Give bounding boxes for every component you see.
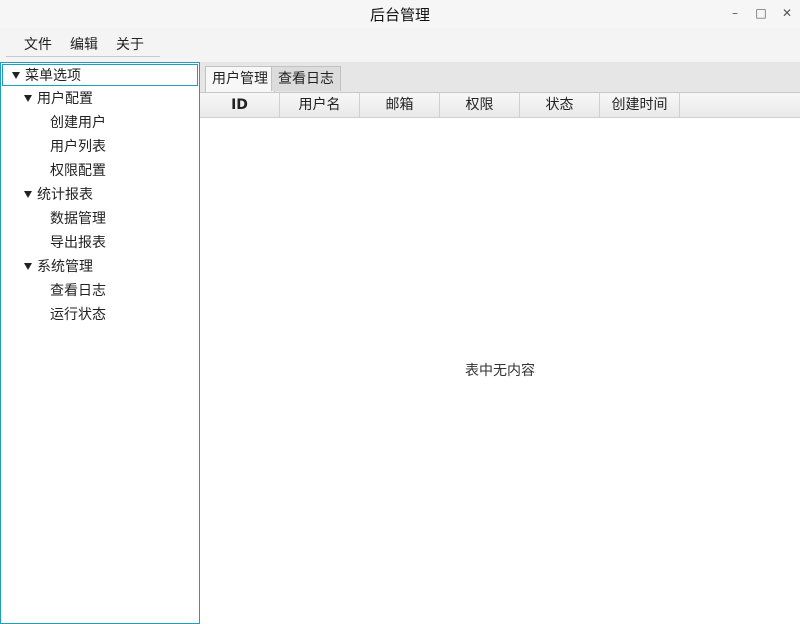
tab-view-log[interactable]: 查看日志 xyxy=(271,66,341,91)
tree-item-permission-config[interactable]: 权限配置 xyxy=(50,160,106,182)
menu-tree[interactable]: 菜单选项 用户配置 创建用户 用户列表 权限配置 统计报表 数据管理 导出报表 … xyxy=(0,62,200,624)
tree-item-user-list[interactable]: 用户列表 xyxy=(50,136,106,158)
tree-item-view-log[interactable]: 查看日志 xyxy=(50,280,106,302)
table-header: ID 用户名 邮箱 权限 状态 创建时间 xyxy=(200,93,800,118)
column-header-status[interactable]: 状态 xyxy=(520,93,600,117)
minimize-button[interactable]: – xyxy=(724,3,746,23)
menu-edit[interactable]: 编辑 xyxy=(70,34,98,54)
tree-group-system-management[interactable]: 系统管理 xyxy=(24,256,93,278)
tab-user-management[interactable]: 用户管理 xyxy=(205,66,275,92)
menu-bar: 文件 编辑 关于 xyxy=(6,30,160,57)
tree-item-data-management[interactable]: 数据管理 xyxy=(50,208,106,230)
tree-item-export-report[interactable]: 导出报表 xyxy=(50,232,106,254)
close-button[interactable]: ✕ xyxy=(776,3,798,23)
column-header-permission[interactable]: 权限 xyxy=(440,93,520,117)
expand-triangle-icon[interactable] xyxy=(24,190,32,198)
menu-about[interactable]: 关于 xyxy=(116,34,144,54)
tree-item-run-status[interactable]: 运行状态 xyxy=(50,304,106,326)
column-header-email[interactable]: 邮箱 xyxy=(360,93,440,117)
menu-file[interactable]: 文件 xyxy=(24,34,52,54)
expand-triangle-icon[interactable] xyxy=(24,262,32,270)
tree-root-label: 菜单选项 xyxy=(25,68,81,84)
title-bar: 后台管理 – □ ✕ xyxy=(0,0,800,28)
tree-root[interactable]: 菜单选项 xyxy=(2,64,198,86)
window-title: 后台管理 xyxy=(369,6,430,24)
tree-item-create-user[interactable]: 创建用户 xyxy=(50,112,106,134)
maximize-button[interactable]: □ xyxy=(750,3,772,23)
tree-group-user-config[interactable]: 用户配置 xyxy=(24,88,93,110)
tree-group-label: 系统管理 xyxy=(37,259,93,275)
tree-group-stat-report[interactable]: 统计报表 xyxy=(24,184,93,206)
column-header-id[interactable]: ID xyxy=(200,93,280,117)
tree-group-label: 用户配置 xyxy=(37,91,93,107)
table-empty-placeholder: 表中无内容 xyxy=(465,363,535,379)
tab-strip: 用户管理 查看日志 xyxy=(200,62,800,93)
column-header-username[interactable]: 用户名 xyxy=(280,93,360,117)
expand-triangle-icon[interactable] xyxy=(12,71,20,79)
tree-group-label: 统计报表 xyxy=(37,187,93,203)
column-header-created-time[interactable]: 创建时间 xyxy=(600,93,680,117)
expand-triangle-icon[interactable] xyxy=(24,94,32,102)
content-pane: 用户管理 查看日志 ID 用户名 邮箱 权限 状态 创建时间 表中无内容 xyxy=(200,62,800,624)
